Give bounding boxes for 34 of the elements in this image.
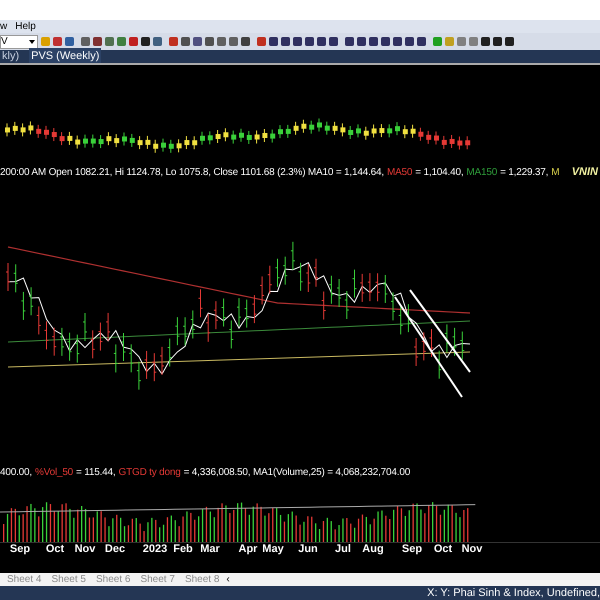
symbol-watermark: VNIN: [572, 167, 599, 178]
axis-label: 2023: [142, 544, 168, 555]
axis-label: Apr: [238, 544, 258, 555]
price-info-text: M: [551, 168, 560, 178]
price-info-text: 200:00 AM Open 1082.21, Hi 1124.78, Lo 1075.8, Close 1101.68 (2.3%) MA10 = 1,144.64,: [0, 168, 384, 178]
price-info-text: = 1,229.37,: [500, 168, 548, 178]
axis-label: Oct: [46, 544, 64, 555]
axis-label: Nov: [462, 544, 482, 555]
volume-info-text: %Vol_50: [34, 468, 74, 478]
status-text: X: Y: Phai Sinh & Index, Undefined,: [427, 586, 600, 600]
volume-info-text: 400.00,: [0, 468, 32, 478]
menu-item[interactable]: Help: [15, 19, 36, 34]
volume-info-text: = 115.44,: [76, 468, 116, 478]
axis-label: Sep: [402, 544, 422, 555]
axis-label: Sep: [10, 544, 30, 555]
symbol-field[interactable]: V: [0, 34, 38, 48]
axis-label: Dec: [104, 544, 126, 555]
axis-label: Jul: [335, 544, 351, 555]
menu-item[interactable]: w: [0, 19, 8, 34]
dropdown-caret-icon: [29, 40, 35, 44]
axis-label: Aug: [362, 544, 384, 555]
price-info-text: = 1,104.40,: [415, 168, 464, 178]
axis-label: Oct: [434, 544, 452, 555]
volume-info-text: = 4,336,008.50, MA1(Volume,25) = 4,068,232,704.00: [184, 468, 410, 478]
axis-label: Nov: [74, 544, 96, 555]
chart-tab[interactable]: kly): [0, 48, 22, 65]
price-info-text: MA150: [466, 168, 498, 178]
volume-info-text: GTGD ty dong: [118, 468, 181, 478]
axis-label: Jun: [298, 544, 318, 555]
axis-label: May: [262, 544, 284, 555]
axis-label: Feb: [173, 544, 193, 555]
price-info-text: MA50: [386, 168, 412, 178]
axis-label: Mar: [200, 544, 220, 555]
sheet-scroll-button[interactable]: ‹: [226, 574, 230, 584]
